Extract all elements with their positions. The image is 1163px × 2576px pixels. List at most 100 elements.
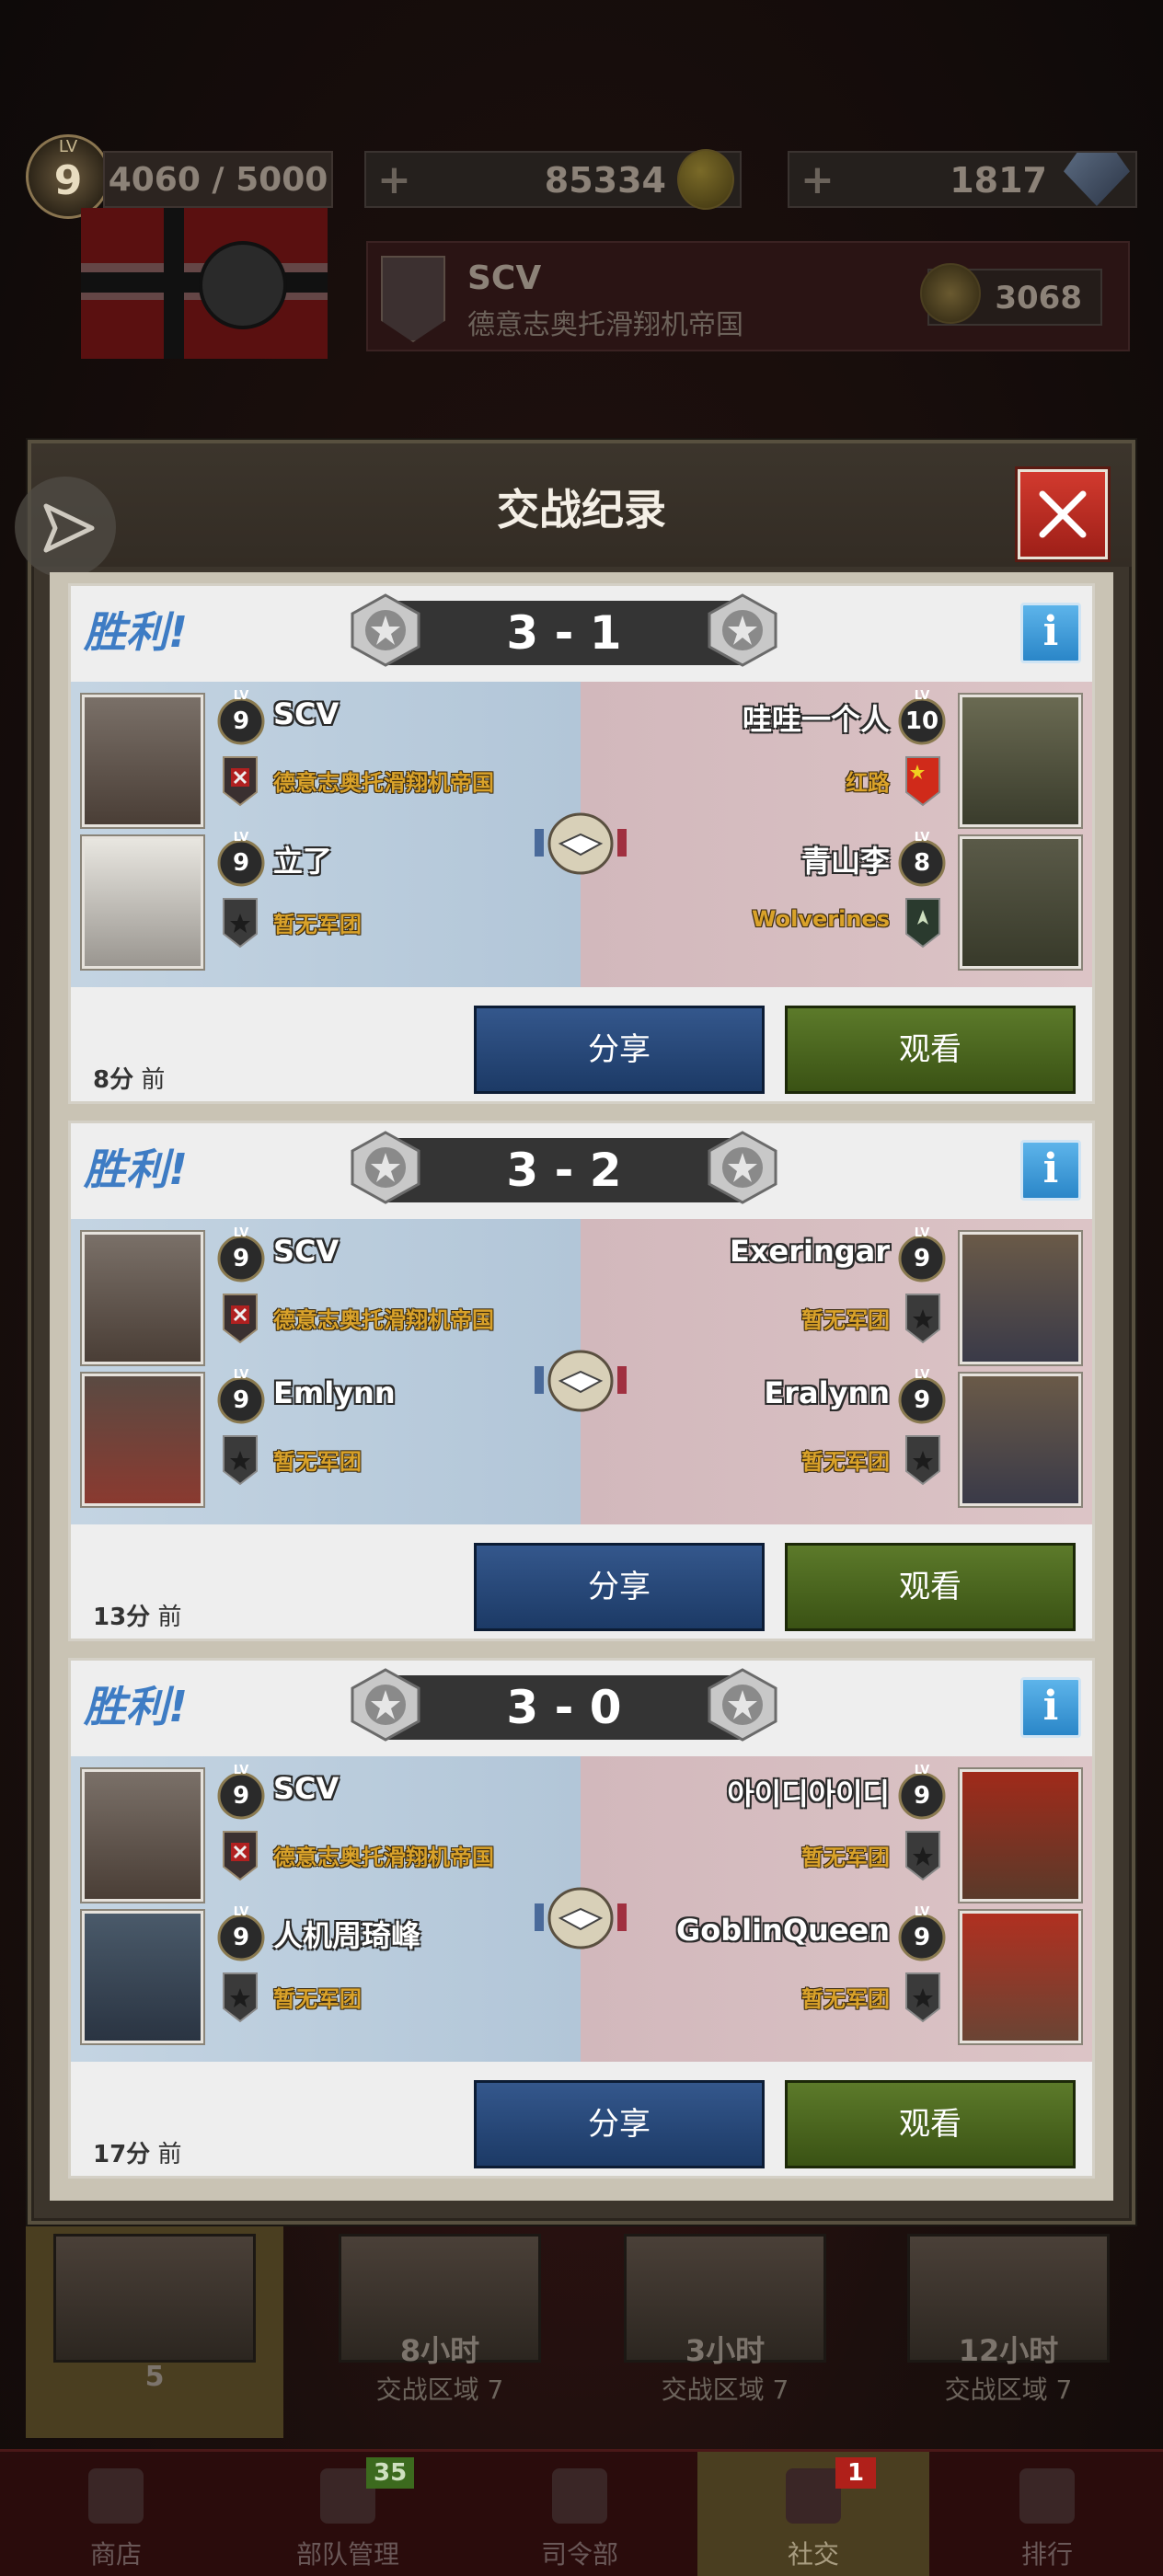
enemy-player[interactable]: LV 9 Exeringar 暂无军团 (584, 1226, 1081, 1370)
score-bar: 3 - 1 (351, 593, 777, 667)
battle-log-modal: 交战纪录 胜利! 3 - 1 i LV 9 SCV 德意志奥托滑翔机帝国 LV … (15, 440, 1135, 2225)
level-badge-icon: LV 9 (216, 1226, 266, 1283)
time-value: 8分 (93, 1066, 134, 1094)
level-label: LV (58, 137, 78, 156)
enemy-player[interactable]: LV 9 아이디아이디 暂无军团 (584, 1764, 1081, 1907)
player-name: 立了 (273, 844, 333, 879)
player-name: 아이디아이디 (727, 1777, 890, 1811)
info-button[interactable]: i (1020, 1677, 1081, 1738)
guild-name: 德意志奥托滑翔机帝国 (273, 1307, 494, 1333)
time-value: 17分 (93, 2141, 151, 2168)
empty-guild-shield-icon (223, 1435, 258, 1486)
gem-value: 1817 (950, 160, 1047, 201)
level-badge-icon: LV 9 (216, 1368, 266, 1425)
crate-timer: 12小时 (958, 2333, 1059, 2368)
player-level: 9 (232, 1245, 250, 1272)
nav-ranking[interactable]: 排行 (931, 2452, 1163, 2576)
crate-zone: 交战区域 7 (661, 2375, 789, 2405)
crate-icon (53, 2234, 256, 2363)
info-button[interactable]: i (1020, 1140, 1081, 1201)
enemy-player[interactable]: LV 8 青山李 Wolverines (584, 831, 1081, 974)
enemy-player[interactable]: LV 10 哇哇一个人 红路 (584, 689, 1081, 833)
player-name: Exeringar (729, 1234, 890, 1269)
enemies-panel: LV 9 Exeringar 暂无军团 LV 9 Eralynn 暂无军团 (581, 1219, 1092, 1524)
portrait-soviet-soldier (960, 1769, 1081, 1902)
wolverines-shield-icon (905, 898, 940, 949)
nav-army[interactable]: 35 部队管理 (232, 2452, 464, 2576)
empty-guild-shield-icon (223, 1972, 258, 2023)
crate-slot[interactable]: 5 (26, 2226, 283, 2438)
crate-slot[interactable]: 3小时 交战区域 7 (596, 2226, 854, 2438)
ally-player[interactable]: LV 9 SCV 德意志奥托滑翔机帝国 (82, 689, 579, 833)
player-level: 9 (232, 1924, 250, 1951)
crate-timer: 3小时 (685, 2333, 766, 2368)
time-value: 13分 (93, 1604, 151, 1631)
guild-name: 德意志奥托滑翔机帝国 (273, 1845, 494, 1870)
level-badge-icon: LV 8 (897, 831, 947, 888)
crate-slot[interactable]: 8小时 交战区域 7 (311, 2226, 569, 2438)
guild-shield-icon (223, 1831, 258, 1881)
time-ago: 17分 前 (93, 2135, 181, 2169)
top-hud: LV 9 4060 / 5000 + 85334 + 1817 SCV 德意志奥… (0, 0, 1163, 423)
nav-label: 司令部 (540, 2539, 618, 2570)
portrait-headset-soldier (82, 1232, 203, 1364)
ally-player[interactable]: LV 9 立了 暂无军团 (82, 831, 579, 974)
nav-hq[interactable]: 司令部 (464, 2452, 696, 2576)
enemy-player[interactable]: LV 9 Eralynn 暂无军团 (584, 1368, 1081, 1512)
guild-bar[interactable]: SCV 德意志奥托滑翔机帝国 3068 (366, 241, 1130, 351)
close-icon (1039, 490, 1087, 538)
ally-player[interactable]: LV 9 SCV 德意志奥托滑翔机帝国 (82, 1764, 579, 1907)
share-button[interactable]: 分享 (474, 1006, 765, 1094)
allies-panel: LV 9 SCV 德意志奥托滑翔机帝国 LV 9 人机周琦峰 暂无军团 (71, 1756, 581, 2062)
gem-bar[interactable]: + 1817 (788, 151, 1137, 208)
time-ago: 13分 前 (93, 1598, 181, 1632)
allies-panel: LV 9 SCV 德意志奥托滑翔机帝国 LV 9 立了 暂无军团 (71, 682, 581, 987)
level-badge-icon: LV 9 (897, 1905, 947, 1962)
guild-name: 红路 (846, 770, 890, 796)
add-gems-icon[interactable]: + (800, 156, 835, 203)
level-badge-icon: LV 9 (216, 1905, 266, 1962)
nav-social[interactable]: 1 社交 (697, 2452, 929, 2576)
empty-guild-shield-icon (905, 1435, 940, 1486)
coin-icon (677, 149, 734, 210)
game-screen: LV 9 4060 / 5000 + 85334 + 1817 SCV 德意志奥… (0, 0, 1163, 2576)
crate-timer: 8小时 (399, 2333, 480, 2368)
share-button[interactable]: 分享 (474, 2080, 765, 2168)
watch-button[interactable]: 观看 (785, 1543, 1076, 1631)
enemy-player[interactable]: LV 9 GoblinQueen 暂无军团 (584, 1905, 1081, 2049)
player-name: 哇哇一个人 (742, 702, 890, 737)
right-star-icon (708, 593, 777, 667)
battle-record-list[interactable]: 胜利! 3 - 1 i LV 9 SCV 德意志奥托滑翔机帝国 LV 9 立了 … (50, 572, 1113, 2201)
portrait-us-soldier (960, 836, 1081, 969)
watch-button[interactable]: 观看 (785, 2080, 1076, 2168)
info-button[interactable]: i (1020, 603, 1081, 663)
hq-icon (552, 2468, 607, 2524)
nav-shop[interactable]: 商店 (0, 2452, 232, 2576)
crate-gem-cost: 5 (144, 2361, 165, 2393)
gem-icon (1064, 153, 1130, 206)
shop-icon (88, 2468, 144, 2524)
share-button[interactable]: 分享 (474, 1543, 765, 1631)
result-label: 胜利! (84, 607, 188, 657)
guild-name: 暂无军团 (273, 1449, 362, 1475)
battle-record: 胜利! 3 - 0 i LV 9 SCV 德意志奥托滑翔机帝国 LV 9 人机周… (68, 1658, 1095, 2179)
ally-player[interactable]: LV 9 人机周琦峰 暂无军团 (82, 1905, 579, 2049)
china-flag-shield-icon (905, 756, 940, 807)
time-suffix: 前 (150, 1604, 182, 1631)
ally-player[interactable]: LV 9 SCV 德意志奥托滑翔机帝国 (82, 1226, 579, 1370)
guild-name: Wolverines (752, 906, 890, 932)
crate-slot[interactable]: 12小时 交战区域 7 (880, 2226, 1137, 2438)
player-name: SCV (273, 696, 340, 731)
portrait-us-soldier (960, 1232, 1081, 1364)
coin-bar[interactable]: + 85334 (364, 149, 742, 210)
ally-player[interactable]: LV 9 Emlynn 暂无军团 (82, 1368, 579, 1512)
crate-zone: 交战区域 7 (944, 2375, 1073, 2405)
guild-name: 暂无军团 (801, 1307, 890, 1333)
modal-header: 交战纪录 (15, 443, 1132, 578)
close-button[interactable] (1018, 469, 1108, 559)
level-badge-icon: LV 9 (897, 1226, 947, 1283)
add-coins-icon[interactable]: + (377, 156, 411, 203)
watch-button[interactable]: 观看 (785, 1006, 1076, 1094)
nav-label: 排行 (1020, 2539, 1073, 2570)
player-level: 9 (232, 1782, 250, 1810)
